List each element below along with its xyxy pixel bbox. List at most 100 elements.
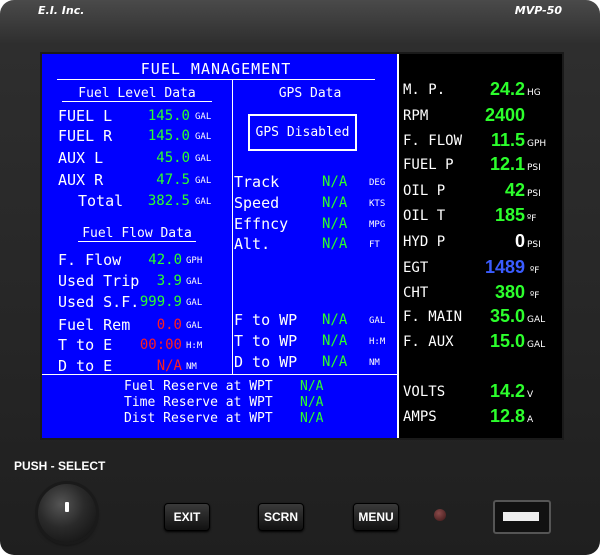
usb-port-icon bbox=[503, 512, 539, 521]
engine-label: CHT bbox=[403, 285, 429, 301]
fuel-level-unit: GAL bbox=[195, 112, 212, 122]
gps-wp-unit: GAL bbox=[369, 316, 386, 326]
engine-unit: HG bbox=[527, 88, 541, 98]
fuel-flow-unit: GAL bbox=[186, 321, 203, 331]
engine-value: 15.0 bbox=[489, 331, 525, 351]
page-title: FUEL MANAGEMENT bbox=[57, 60, 375, 80]
engine-label: F. MAIN bbox=[403, 309, 463, 325]
engine-value: 185 bbox=[494, 205, 525, 225]
engine-unit: GAL bbox=[527, 340, 546, 350]
engine-unit: GAL bbox=[527, 315, 546, 325]
fuel-flow-heading: Fuel Flow Data bbox=[78, 226, 196, 242]
fuel-flow-value: N/A bbox=[156, 358, 182, 374]
reserve-label: Fuel Reserve at WPT bbox=[124, 379, 273, 394]
engine-unit: GPH bbox=[527, 139, 547, 149]
reserve-value: N/A bbox=[300, 379, 324, 394]
fuel-flow-value: 3.9 bbox=[156, 273, 182, 289]
engine-unit: ºF bbox=[530, 291, 540, 301]
engine-value: 1489 bbox=[484, 257, 525, 277]
menu-button[interactable]: MENU bbox=[353, 503, 399, 531]
engine-label: OIL P bbox=[403, 183, 446, 199]
gps-value: N/A bbox=[322, 236, 348, 252]
gps-wp-value: N/A bbox=[322, 312, 348, 328]
gps-status-box: GPS Disabled bbox=[248, 114, 357, 151]
engine-label: VOLTS bbox=[403, 384, 446, 400]
gps-value: N/A bbox=[322, 195, 348, 211]
engine-label: FUEL P bbox=[403, 157, 454, 173]
gps-wp-label: T to WP bbox=[234, 332, 298, 350]
gps-value: N/A bbox=[322, 216, 348, 232]
engine-value: 14.2 bbox=[489, 381, 525, 401]
fuel-flow-unit: H:M bbox=[186, 341, 203, 351]
engine-unit: A bbox=[527, 415, 534, 425]
select-knob[interactable] bbox=[38, 484, 96, 542]
engine-value: 2400 bbox=[484, 105, 525, 125]
exit-button[interactable]: EXIT bbox=[164, 503, 210, 531]
gps-wp-unit: NM bbox=[369, 358, 380, 368]
engine-panel: M. P. 24.2 HG RPM 2400 F. FLOW 11.5 GPH … bbox=[399, 54, 562, 438]
gps-wp-label: F to WP bbox=[234, 311, 298, 329]
engine-value: 42 bbox=[504, 180, 525, 200]
usb-port[interactable] bbox=[493, 500, 551, 534]
fuel-level-label: AUX L bbox=[58, 149, 104, 167]
fuel-level-value: 145.0 bbox=[147, 108, 190, 124]
fuel-level-unit: GAL bbox=[195, 132, 212, 142]
fuel-level-unit: GAL bbox=[195, 176, 212, 186]
engine-label: F. FLOW bbox=[403, 133, 463, 149]
engine-label: OIL T bbox=[403, 208, 446, 224]
gps-label: Alt. bbox=[234, 235, 271, 253]
fuel-level-label: FUEL R bbox=[58, 127, 113, 145]
fuel-level-heading: Fuel Level Data bbox=[62, 86, 212, 102]
reserve-label: Time Reserve at WPT bbox=[124, 395, 273, 410]
gps-heading: GPS Data bbox=[278, 86, 342, 101]
knob-indicator-icon bbox=[65, 502, 69, 512]
gps-unit: FT bbox=[369, 240, 380, 250]
fuel-flow-label: T to E bbox=[58, 336, 113, 354]
engine-value: 12.1 bbox=[489, 154, 525, 174]
gps-value: N/A bbox=[322, 174, 348, 190]
status-led-icon bbox=[434, 509, 446, 521]
gps-label: Speed bbox=[234, 194, 280, 212]
gps-wp-value: N/A bbox=[322, 333, 348, 349]
engine-value: 11.5 bbox=[490, 130, 525, 150]
fuel-level-value: 145.0 bbox=[147, 128, 190, 144]
gps-label: Effncy bbox=[234, 215, 289, 233]
engine-value: 12.8 bbox=[489, 406, 525, 426]
fuel-level-value: 47.5 bbox=[156, 172, 190, 188]
fuel-total-unit: GAL bbox=[195, 197, 212, 207]
engine-label: F. AUX bbox=[403, 334, 454, 350]
engine-label: HYD P bbox=[403, 234, 446, 250]
model-label: MVP-50 bbox=[514, 4, 562, 17]
gps-unit: DEG bbox=[369, 178, 386, 188]
scrn-button[interactable]: SCRN bbox=[258, 503, 304, 531]
gps-unit: KTS bbox=[369, 199, 386, 209]
engine-value: 24.2 bbox=[489, 79, 525, 99]
fuel-level-label: AUX R bbox=[58, 171, 104, 189]
engine-label: AMPS bbox=[403, 409, 437, 425]
fuel-flow-value: 0.0 bbox=[156, 317, 182, 333]
divider-vertical bbox=[232, 80, 233, 374]
engine-unit: PSI bbox=[527, 240, 541, 250]
fuel-flow-unit: GPH bbox=[186, 256, 203, 266]
gps-wp-label: D to WP bbox=[234, 353, 298, 371]
fuel-flow-label: F. Flow bbox=[58, 251, 122, 269]
engine-value: 380 bbox=[494, 282, 525, 302]
fuel-total-value: 382.5 bbox=[147, 193, 190, 209]
engine-label: M. P. bbox=[403, 82, 446, 98]
fuel-flow-value: 00:00 bbox=[139, 337, 182, 353]
fuel-flow-label: Used Trip bbox=[58, 272, 140, 290]
device-bezel: E.I. Inc. MVP-50 FUEL MANAGEMENT Fuel Le… bbox=[0, 0, 600, 555]
gps-wp-value: N/A bbox=[322, 354, 348, 370]
push-select-label: PUSH - SELECT bbox=[14, 459, 106, 473]
fuel-flow-value: 999.9 bbox=[139, 294, 182, 310]
engine-unit: PSI bbox=[527, 189, 541, 199]
fuel-total-label: Total bbox=[78, 192, 124, 210]
fuel-flow-label: Used S.F. bbox=[58, 293, 140, 311]
engine-unit: V bbox=[527, 390, 534, 400]
engine-label: EGT bbox=[403, 260, 429, 276]
gps-wp-unit: H:M bbox=[369, 337, 386, 347]
fuel-flow-unit: GAL bbox=[186, 298, 203, 308]
fuel-flow-unit: GAL bbox=[186, 277, 203, 287]
gps-label: Track bbox=[234, 173, 280, 191]
fuel-flow-label: D to E bbox=[58, 357, 113, 375]
